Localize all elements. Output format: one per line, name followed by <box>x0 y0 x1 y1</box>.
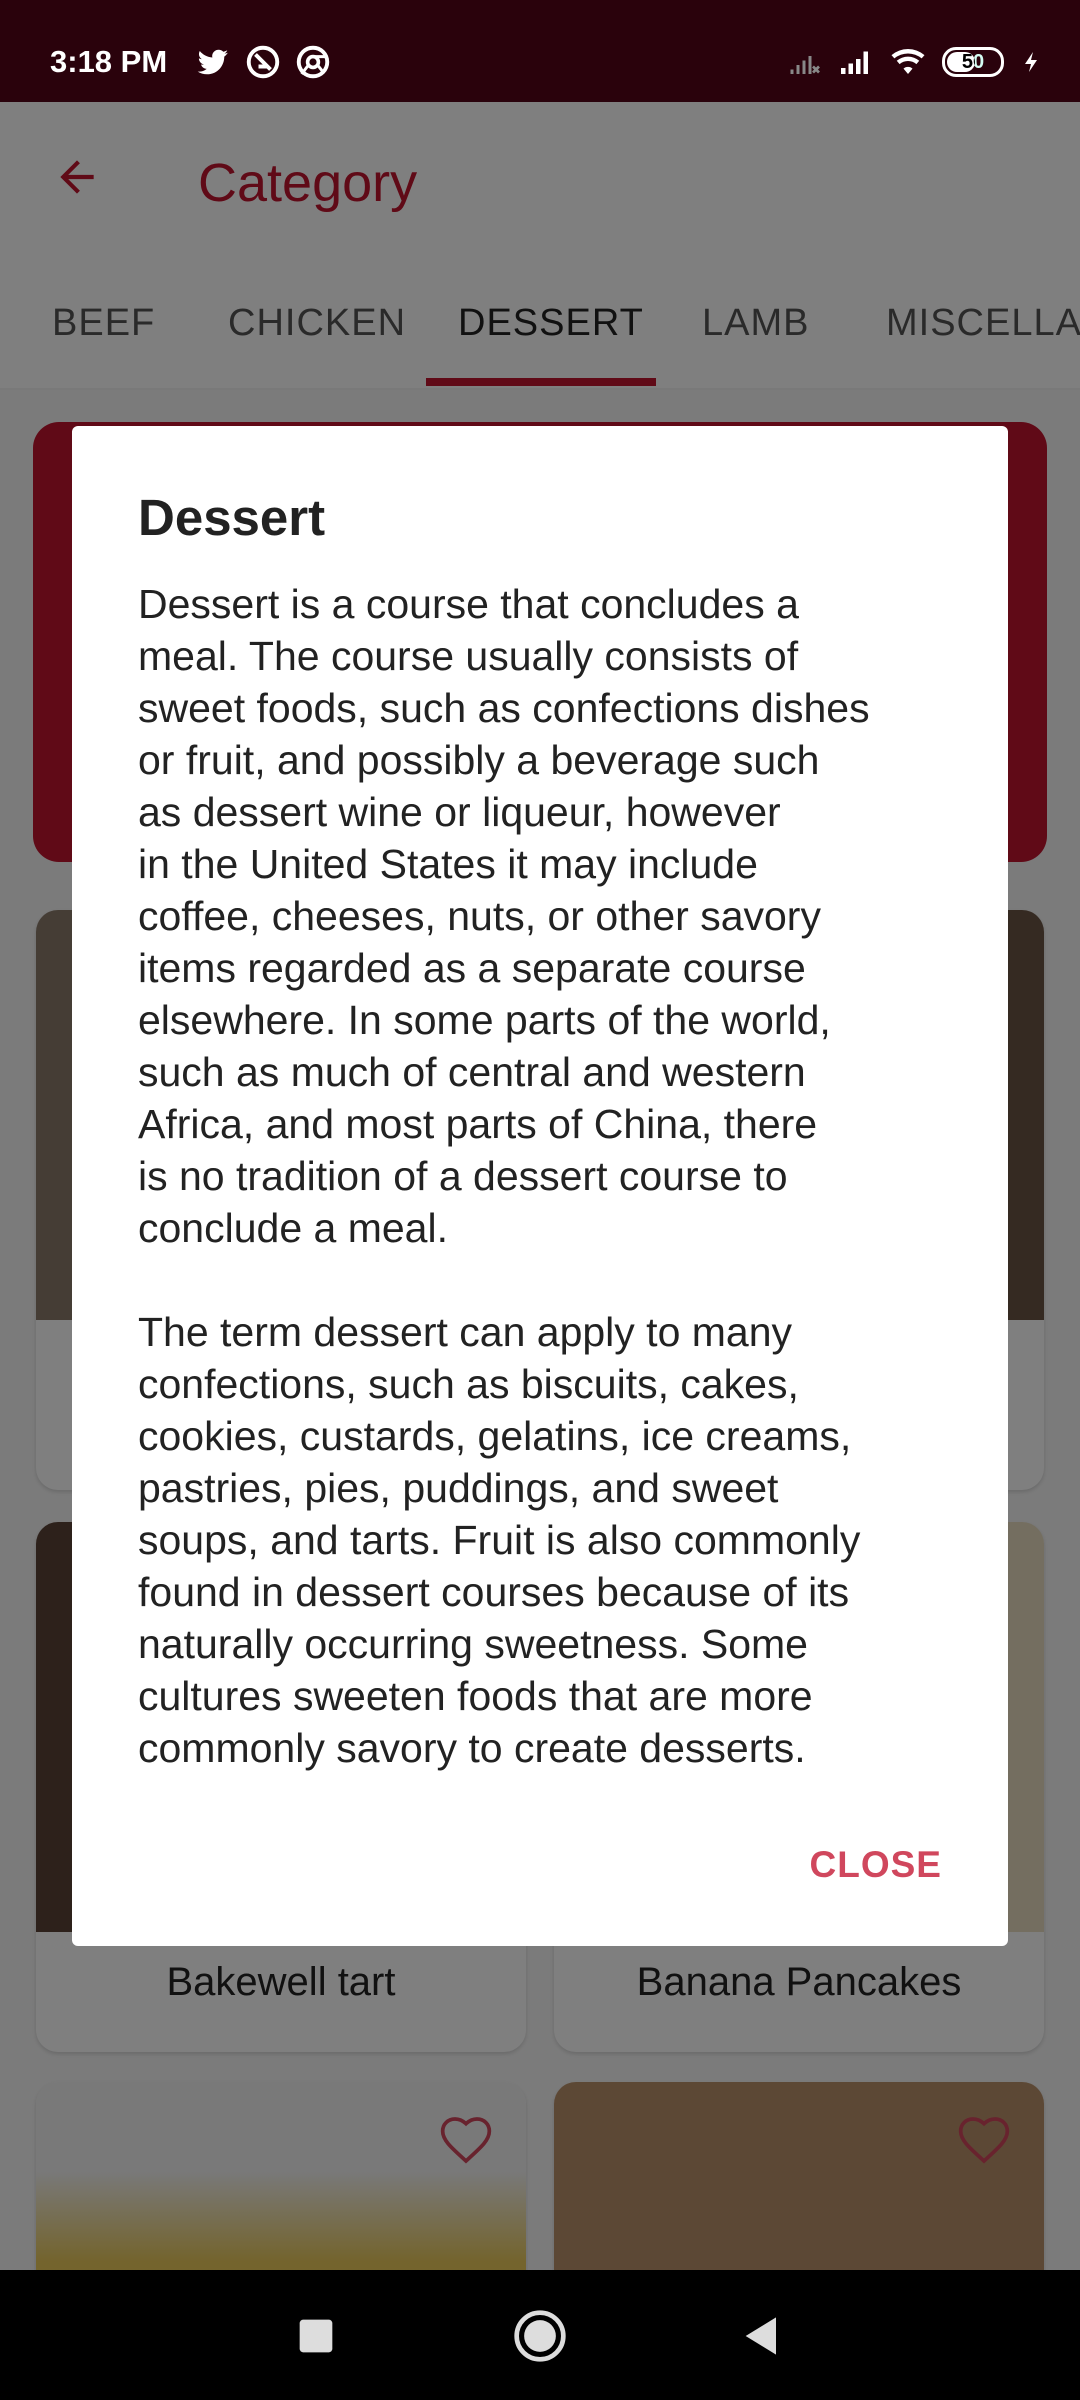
category-description-dialog: Dessert Dessert is a course that conclud… <box>72 426 1008 1946</box>
back-triangle-icon[interactable] <box>734 2308 790 2364</box>
dialog-body: Dessert is a course that concludes a mea… <box>138 581 870 1771</box>
recents-square-icon[interactable] <box>288 2308 344 2364</box>
charging-icon <box>1025 52 1037 72</box>
signal-icon <box>841 51 868 74</box>
dialog-title: Dessert <box>138 489 326 546</box>
battery-icon: 50 <box>942 47 1004 77</box>
battery-level: 50 <box>961 51 985 73</box>
chrome-icon <box>296 45 330 79</box>
close-button[interactable]: CLOSE <box>810 1844 942 1886</box>
wifi-icon <box>891 49 925 74</box>
system-nav-bar <box>0 2270 1080 2400</box>
app-notification-icon <box>246 45 280 79</box>
status-time: 3:18 PM <box>50 44 168 79</box>
status-bar: 3:18 PM 50 <box>0 0 1080 102</box>
twitter-icon <box>197 49 228 75</box>
no-signal-icon <box>790 56 820 74</box>
home-circle-icon[interactable] <box>512 2308 568 2364</box>
